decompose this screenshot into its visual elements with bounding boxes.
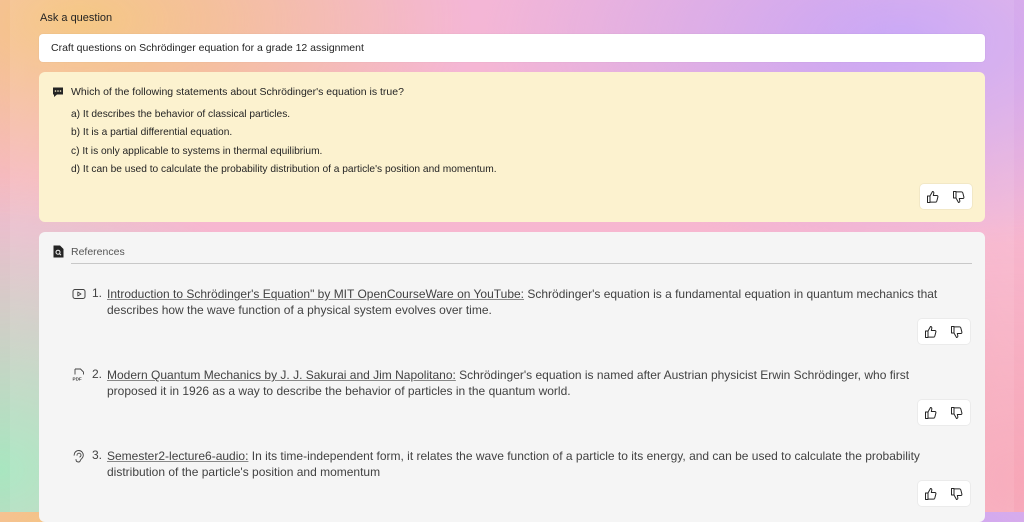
question-feedback: [920, 184, 972, 209]
answer-option: b) It is a partial differential equation…: [71, 127, 233, 139]
thumbs-down-button[interactable]: [946, 184, 972, 209]
ask-question-label: Ask a question: [40, 12, 113, 24]
reference-feedback: [918, 481, 970, 506]
thumbs-up-icon: [925, 325, 937, 338]
reference-link[interactable]: Modern Quantum Mechanics by J. J. Sakura…: [107, 368, 456, 382]
answer-option: a) It describes the behavior of classica…: [71, 109, 291, 120]
references-card: References 1. Introduction to Schrödinge…: [39, 232, 985, 522]
chat-message-icon: [53, 87, 63, 97]
thumbs-down-icon: [953, 190, 965, 203]
audio-hearing-icon: [73, 450, 84, 463]
thumbs-up-icon: [927, 190, 939, 203]
reference-body: Modern Quantum Mechanics by J. J. Sakura…: [107, 367, 957, 399]
thumbs-up-button[interactable]: [918, 481, 944, 506]
reference-number: 1.: [92, 286, 103, 300]
thumbs-up-icon: [925, 406, 937, 419]
pdf-file-icon: PDF: [73, 368, 84, 382]
reference-feedback: [918, 400, 970, 425]
reference-number: 2.: [92, 367, 103, 381]
thumbs-down-button[interactable]: [944, 481, 970, 506]
thumbs-up-button[interactable]: [920, 184, 946, 209]
answer-option: d) It can be used to calculate the proba…: [71, 163, 497, 175]
thumbs-down-button[interactable]: [944, 400, 970, 425]
question-card: Which of the following statements about …: [39, 72, 985, 222]
reference-link[interactable]: Introduction to Schrödinger's Equation" …: [107, 287, 524, 301]
question-text: Which of the following statements about …: [71, 86, 404, 98]
reference-body: Semester2-lecture6-audio: In its time-in…: [107, 448, 957, 480]
thumbs-up-icon: [925, 487, 937, 500]
reference-feedback: [918, 319, 970, 344]
svg-text:PDF: PDF: [73, 377, 82, 382]
references-title: References: [71, 246, 125, 258]
thumbs-down-icon: [951, 406, 963, 419]
answer-option: c) It is only applicable to systems in t…: [71, 145, 323, 157]
video-play-icon: [72, 289, 86, 299]
reference-link[interactable]: Semester2-lecture6-audio:: [107, 449, 248, 463]
answer-options: a) It describes the behavior of classica…: [71, 108, 497, 181]
thumbs-up-button[interactable]: [918, 400, 944, 425]
references-divider: [71, 263, 972, 264]
document-search-icon: [53, 245, 64, 258]
thumbs-down-button[interactable]: [944, 319, 970, 344]
ask-question-input[interactable]: [39, 34, 985, 62]
thumbs-down-icon: [951, 487, 963, 500]
thumbs-up-button[interactable]: [918, 319, 944, 344]
thumbs-down-icon: [951, 325, 963, 338]
reference-number: 3.: [92, 448, 103, 462]
reference-body: Introduction to Schrödinger's Equation" …: [107, 286, 957, 318]
